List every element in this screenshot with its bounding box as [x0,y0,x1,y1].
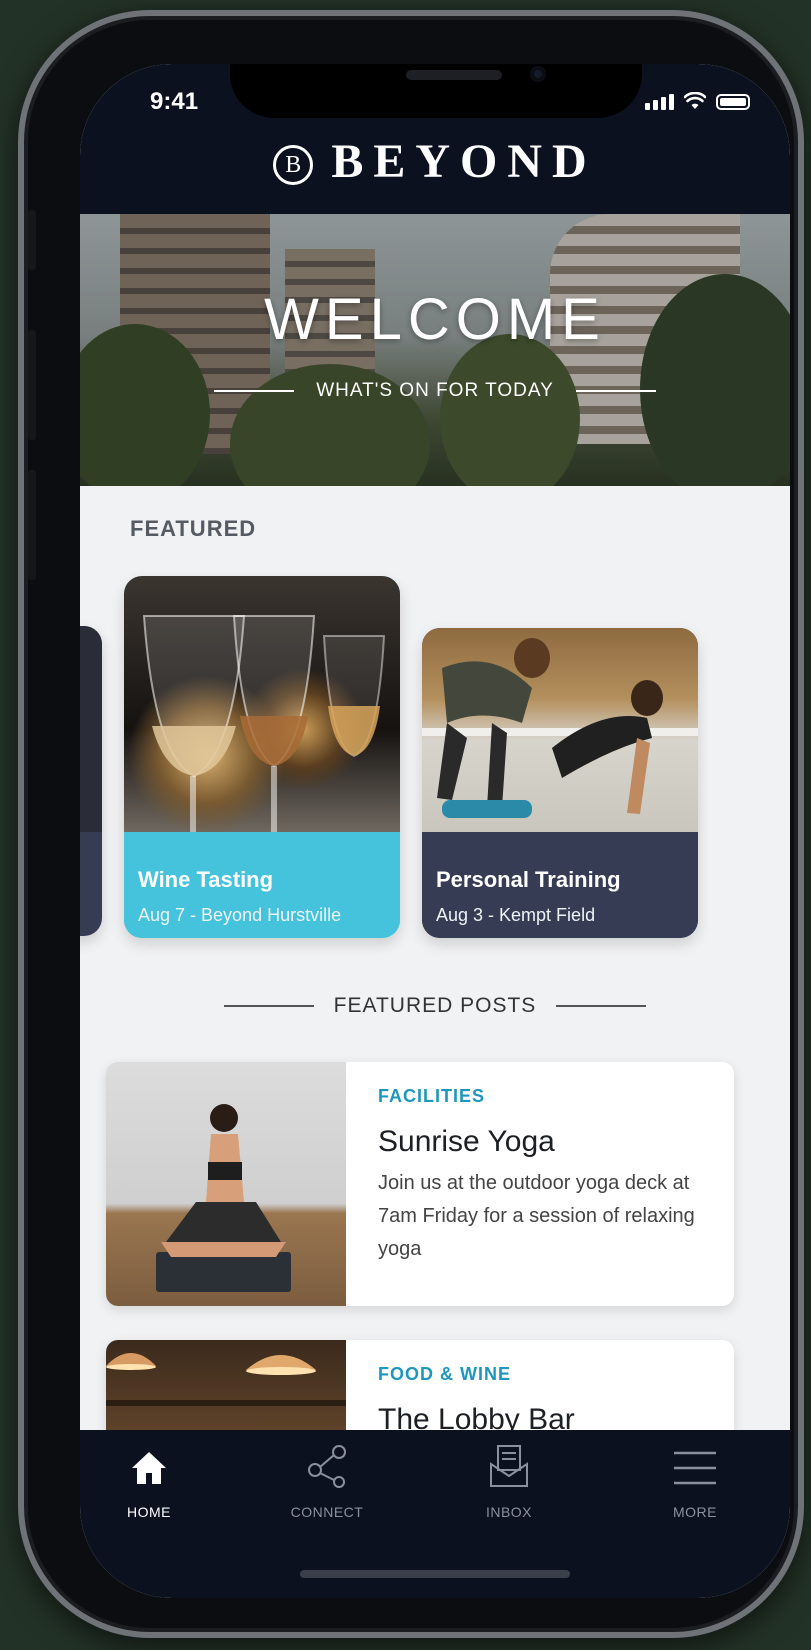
brand-logo: B BEYOND [80,134,790,193]
signal-icon [645,94,674,110]
divider [223,1005,314,1007]
card-info: Wine Tasting Aug 7 - Beyond Hurstville [124,855,400,938]
tab-connect[interactable]: CONNECT [272,1444,382,1520]
card-subtitle: Aug 7 - Beyond Hurstville [138,905,342,925]
card-title: Wine Tasting [138,867,274,892]
featured-posts-heading: FEATURED POSTS [333,994,537,1017]
speaker [406,70,502,80]
wine-tasting-image [124,576,400,832]
camera-icon [530,66,546,82]
inbox-icon [454,1444,564,1488]
home-indicator [300,1570,570,1578]
hero-tagline-row: WHAT'S ON FOR TODAY [80,380,790,402]
post-category: FOOD & WINE [378,1364,511,1384]
hero-title: WELCOME [264,287,606,352]
tab-label: INBOX [485,1504,533,1520]
mute-switch [28,210,36,270]
volume-down-button [28,470,36,580]
featured-card-personal-training[interactable]: Personal Training Aug 3 - Kempt Field [422,628,698,938]
logo-mark: B [273,144,314,185]
post-body: FACILITIES Sunrise Yoga Join us at the o… [378,1086,718,1266]
phone-frame: 9:41 B BEYOND WELCOME WHAT'S ON FOR TODA… [18,10,804,1638]
divider [575,390,656,392]
tab-inbox[interactable]: INBOX [454,1444,564,1520]
battery-icon [716,94,750,110]
featured-heading: FEATURED [130,516,257,541]
card-image [80,626,102,832]
yoga-illustration [156,1104,291,1292]
hero-banner: WELCOME WHAT'S ON FOR TODAY [80,214,790,486]
divider [556,1005,647,1007]
tab-label: CONNECT [290,1504,364,1520]
featured-card-partial[interactable] [80,626,102,936]
divider [214,390,295,392]
home-icon [94,1444,204,1488]
brand-name: BEYOND [331,135,597,188]
notch [230,64,642,118]
post-body: FOOD & WINE The Lobby Bar [378,1364,718,1437]
share-icon [272,1444,382,1488]
card-info: Personal Training Aug 3 - Kempt Field [422,855,698,938]
card-subtitle: Aug 3 - Kempt Field [436,905,596,925]
menu-icon [640,1444,750,1488]
volume-up-button [28,330,36,440]
card-title: Personal Training [436,867,621,892]
post-description: Join us at the outdoor yoga deck at 7am … [378,1172,695,1260]
yoga-image [106,1062,346,1306]
hero-tagline: WHAT'S ON FOR TODAY [316,380,554,401]
status-time: 9:41 [150,88,199,115]
tab-label: MORE [673,1504,717,1520]
featured-posts-heading-row: FEATURED POSTS [80,994,790,1018]
post-category: FACILITIES [378,1086,486,1106]
wine-glasses-illustration [142,615,386,832]
screen: 9:41 B BEYOND WELCOME WHAT'S ON FOR TODA… [80,64,790,1598]
tab-more[interactable]: MORE [640,1444,750,1520]
bottom-tab-bar: HOME CONNECT INBOX MORE [80,1430,790,1598]
personal-training-image [422,628,698,832]
wifi-icon [684,92,706,109]
post-title: Sunrise Yoga [378,1125,555,1158]
status-icons [645,92,750,110]
app-header: 9:41 B BEYOND [80,64,790,214]
tab-label: HOME [127,1504,171,1520]
training-illustration [422,638,698,818]
post-card-sunrise-yoga[interactable]: FACILITIES Sunrise Yoga Join us at the o… [106,1062,734,1306]
tab-home[interactable]: HOME [94,1444,204,1520]
featured-card-wine-tasting[interactable]: Wine Tasting Aug 7 - Beyond Hurstville [124,576,400,938]
